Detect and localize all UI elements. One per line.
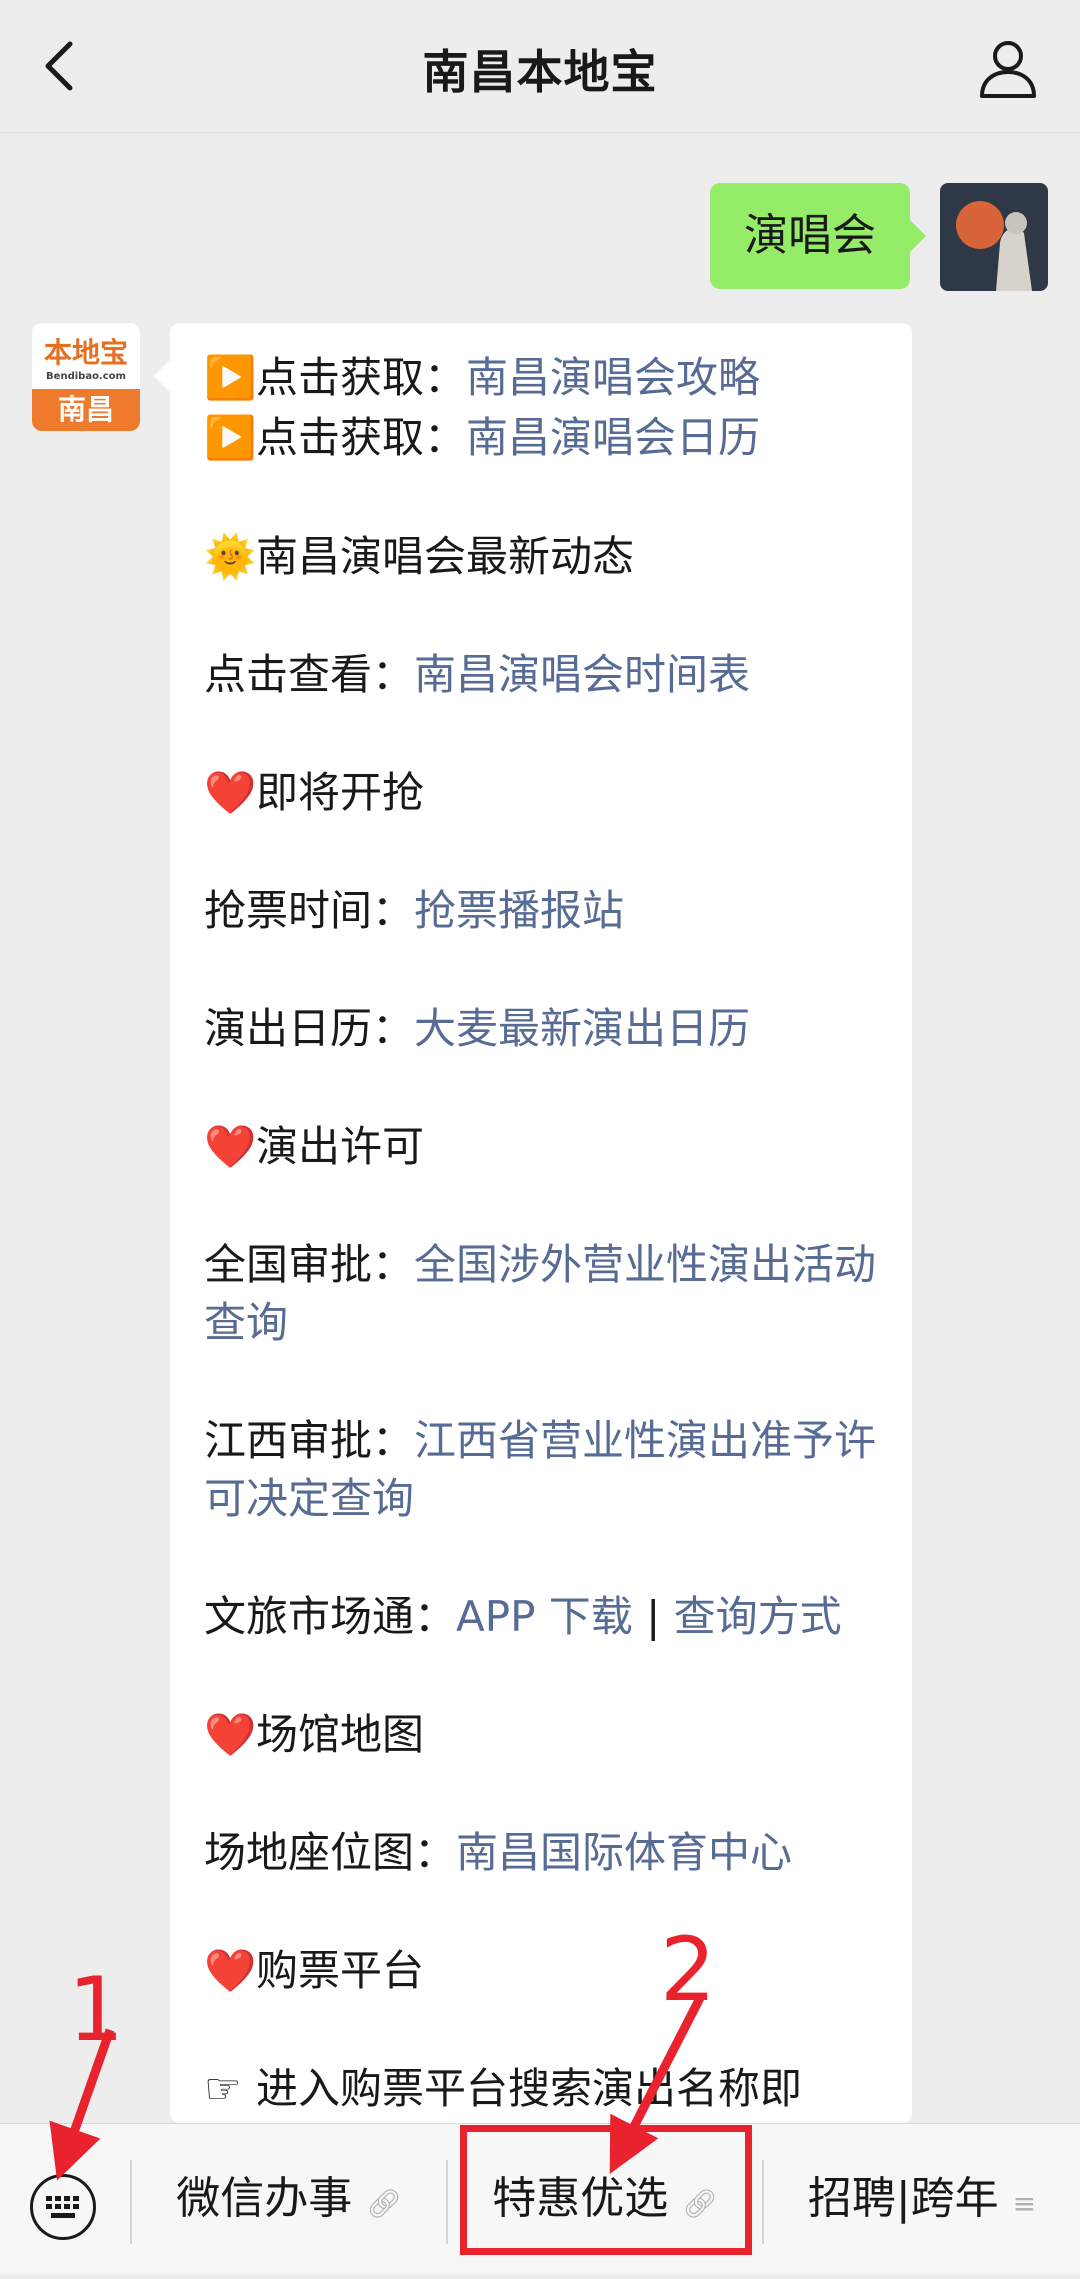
annotation-arrow-1 — [49, 2028, 115, 2181]
annotation-arrow-2 — [609, 1995, 705, 2175]
annotation-arrows — [49, 1995, 705, 2181]
